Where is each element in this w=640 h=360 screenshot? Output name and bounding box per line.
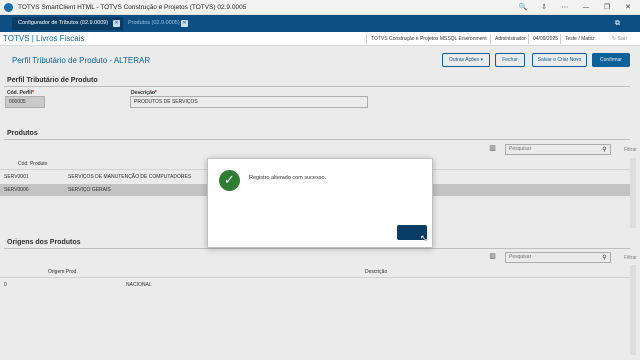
success-check-icon: ✓ bbox=[219, 170, 240, 191]
tab-produtos[interactable]: Produtos (02.9.0005) ✕ bbox=[122, 17, 191, 30]
tab-label: Produtos (02.9.0005) bbox=[128, 20, 180, 26]
user-label: Administrador bbox=[490, 34, 530, 44]
close-tab-icon[interactable]: ✕ bbox=[181, 20, 188, 27]
window-title: TOTVS SmartClient HTML - TOTVS Construçã… bbox=[18, 4, 247, 11]
more-icon[interactable]: ⋯ bbox=[559, 2, 571, 13]
close-window-icon[interactable]: ✕ bbox=[622, 2, 634, 13]
mouse-cursor-icon: ↖ bbox=[420, 234, 428, 244]
restore-icon[interactable]: ❐ bbox=[601, 2, 613, 13]
app-header: TOTVS | Livros Fiscais TOTVS Construção … bbox=[0, 32, 640, 46]
window-list-icon[interactable]: ⧉ bbox=[612, 18, 623, 29]
minimize-icon[interactable]: — bbox=[580, 2, 592, 13]
module-brand: TOTVS | Livros Fiscais bbox=[3, 34, 85, 43]
download-icon[interactable]: ⇩ bbox=[538, 2, 550, 13]
search-icon[interactable]: 🔍 bbox=[517, 2, 529, 13]
logout-button[interactable]: ↻ Sair bbox=[612, 34, 638, 44]
window-title-bar: TOTVS SmartClient HTML - TOTVS Construçã… bbox=[0, 0, 640, 15]
success-message: Registro alterado com sucesso. bbox=[249, 175, 327, 181]
success-dialog: ✓ Registro alterado com sucesso. bbox=[207, 158, 433, 248]
date-label: 04/09/2025 bbox=[528, 34, 562, 44]
tab-label: Configurador de Tributos (02.9.0009) bbox=[18, 20, 109, 26]
tab-bar: Configurador de Tributos (02.9.0009) ✕ P… bbox=[0, 15, 640, 32]
branch-label: Teste / Matriz bbox=[560, 34, 600, 44]
close-tab-icon[interactable]: ✕ bbox=[113, 20, 120, 27]
totvs-logo-icon bbox=[4, 3, 13, 12]
environment-label: TOTVS Construção e Projetos MSSQL Enviro… bbox=[366, 34, 492, 44]
tab-configurador[interactable]: Configurador de Tributos (02.9.0009) ✕ bbox=[12, 17, 123, 30]
